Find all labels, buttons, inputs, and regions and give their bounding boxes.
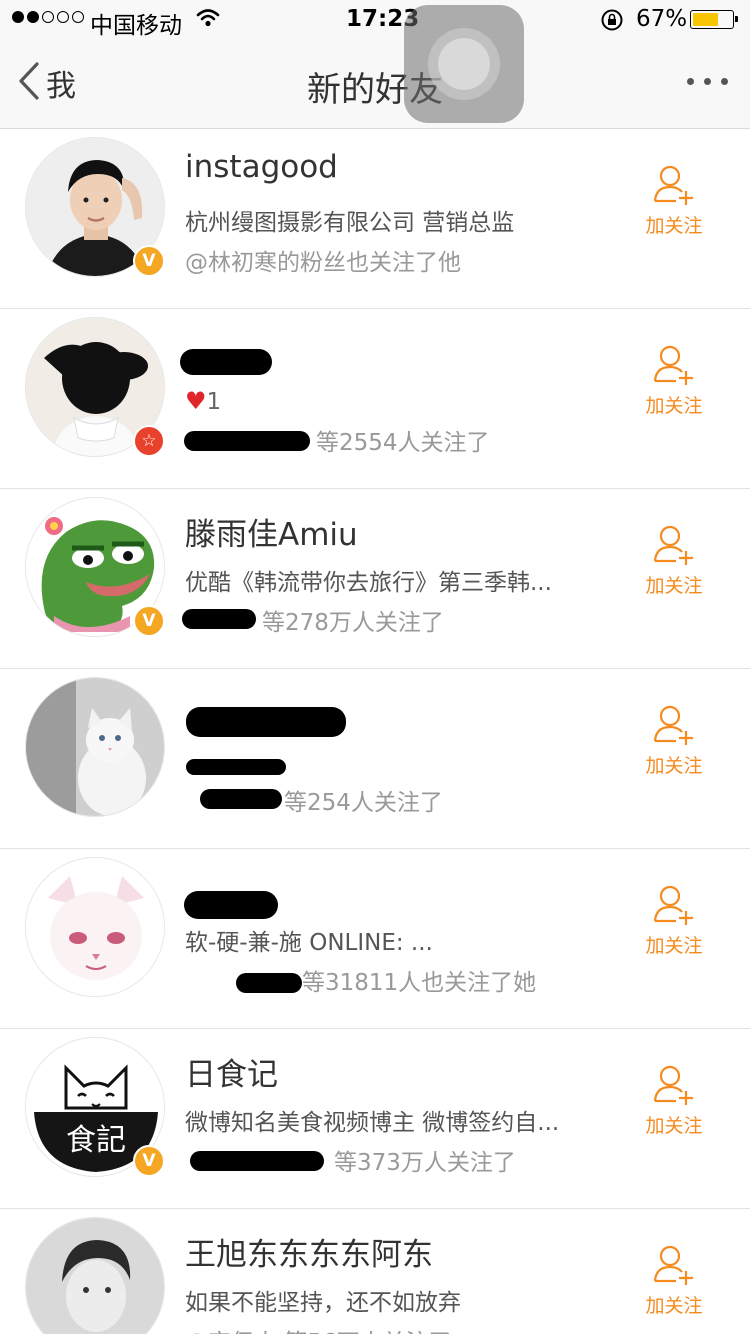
list-item[interactable]: 食記 V 日食记 微博知名美食视频博主 微博签约自... 等373万人关注了 加… [0, 1029, 750, 1209]
follow-button[interactable]: 加关注 [630, 1063, 718, 1138]
add-user-icon [653, 1065, 693, 1105]
user-description: 优酷《韩流带你去旅行》第三季韩... [185, 570, 552, 596]
battery-percentage: 67% [636, 6, 688, 32]
list-item[interactable]: 软-硬-兼-施 ONLINE: ... 等31811人也关注了她 加关注 [0, 849, 750, 1029]
redacted-description [186, 759, 286, 775]
follow-label: 加关注 [645, 935, 703, 957]
mutual-followers: 等278万人关注了 [262, 610, 444, 636]
user-description: 软-硬-兼-施 ONLINE: ... [185, 930, 433, 956]
user-name[interactable]: 日食记 [185, 1049, 278, 1094]
carrier-name: 中国移动 [90, 13, 182, 39]
svg-text:食記: 食記 [66, 1123, 126, 1158]
redacted-mutual-name [184, 431, 310, 451]
follow-label: 加关注 [645, 1295, 703, 1317]
wifi-icon [196, 8, 220, 34]
avatar[interactable] [25, 677, 165, 817]
follow-label: 加关注 [645, 1115, 703, 1137]
user-name[interactable]: instagood [185, 149, 338, 185]
mutual-followers: 等373万人关注了 [334, 1150, 516, 1176]
mutual-followers: 等2554人关注了 [316, 430, 490, 456]
list-item[interactable]: 等254人关注了 加关注 [0, 669, 750, 849]
add-user-icon [653, 705, 693, 745]
avatar[interactable]: V [25, 497, 165, 637]
list-item[interactable]: ☆ ♥1 等2554人关注了 加关注 [0, 309, 750, 489]
add-user-icon [653, 1245, 693, 1285]
red-star-badge: ☆ [133, 425, 165, 457]
add-user-icon [653, 885, 693, 925]
follow-label: 加关注 [645, 215, 703, 237]
follow-label: 加关注 [645, 575, 703, 597]
mutual-followers: 等31811人也关注了她 [302, 970, 537, 996]
user-name[interactable]: 王旭东东东东阿东 [185, 1229, 433, 1274]
more-dots-icon[interactable] [687, 78, 728, 85]
signal-strength-icon [12, 11, 84, 23]
add-user-icon [653, 165, 693, 205]
add-user-icon [653, 525, 693, 565]
follow-button[interactable]: 加关注 [630, 883, 718, 958]
battery-icon [690, 10, 738, 29]
follow-label: 加关注 [645, 395, 703, 417]
mutual-followers: @林初寒的粉丝也关注了他 [185, 250, 461, 276]
list-item[interactable]: V 滕雨佳Amiu 优酷《韩流带你去旅行》第三季韩... 等278万人关注了 加… [0, 489, 750, 669]
list-item[interactable]: V instagood 杭州缦图摄影有限公司 营销总监 @林初寒的粉丝也关注了他… [0, 129, 750, 309]
avatar[interactable] [25, 1217, 165, 1334]
redacted-mutual-name [190, 1151, 324, 1171]
add-user-icon [653, 345, 693, 385]
avatar[interactable] [25, 857, 165, 997]
follow-button[interactable]: 加关注 [630, 163, 718, 238]
follow-button[interactable]: 加关注 [630, 1243, 718, 1318]
redacted-mutual-name [236, 973, 302, 993]
redacted-name [180, 349, 272, 375]
user-description: ♥1 [185, 387, 222, 415]
mutual-followers: 等254人关注了 [284, 790, 443, 816]
avatar[interactable]: V [25, 137, 165, 277]
follow-label: 加关注 [645, 755, 703, 777]
follow-button[interactable]: 加关注 [630, 523, 718, 598]
redacted-name [184, 891, 278, 919]
list-item[interactable]: 王旭东东东东阿东 如果不能坚持，还不如放弃 @宋伊人 等56万人关注了 加关注 [0, 1209, 750, 1334]
follow-button[interactable]: 加关注 [630, 703, 718, 778]
verified-badge: V [133, 245, 165, 277]
avatar[interactable]: ☆ [25, 317, 165, 457]
assistive-touch-button[interactable] [404, 5, 524, 123]
user-description: 微博知名美食视频博主 微博签约自... [185, 1110, 560, 1136]
user-name[interactable]: 滕雨佳Amiu [185, 509, 358, 554]
heart-icon: ♥ [185, 387, 207, 415]
verified-badge: V [133, 605, 165, 637]
rotation-lock-icon [600, 8, 624, 38]
avatar[interactable]: 食記 V [25, 1037, 165, 1177]
follow-button[interactable]: 加关注 [630, 343, 718, 418]
user-description: 如果不能坚持，还不如放弃 [185, 1290, 461, 1316]
user-description: 杭州缦图摄影有限公司 营销总监 [185, 210, 515, 236]
friend-suggestion-list: V instagood 杭州缦图摄影有限公司 营销总监 @林初寒的粉丝也关注了他… [0, 129, 750, 1334]
screen: 中国移动 17:23 67% 我 新的好友 V instagood 杭州缦图摄影… [0, 0, 750, 1334]
redacted-mutual-name [182, 609, 256, 629]
redacted-name [186, 707, 346, 737]
mutual-followers: @宋伊人 等56万人关注了 [185, 1323, 452, 1334]
verified-badge: V [133, 1145, 165, 1177]
redacted-mutual-name [200, 789, 282, 809]
status-bar: 中国移动 17:23 67% [0, 0, 750, 40]
page-title: 新的好友 [307, 70, 443, 110]
navigation-bar: 我 新的好友 [0, 40, 750, 129]
